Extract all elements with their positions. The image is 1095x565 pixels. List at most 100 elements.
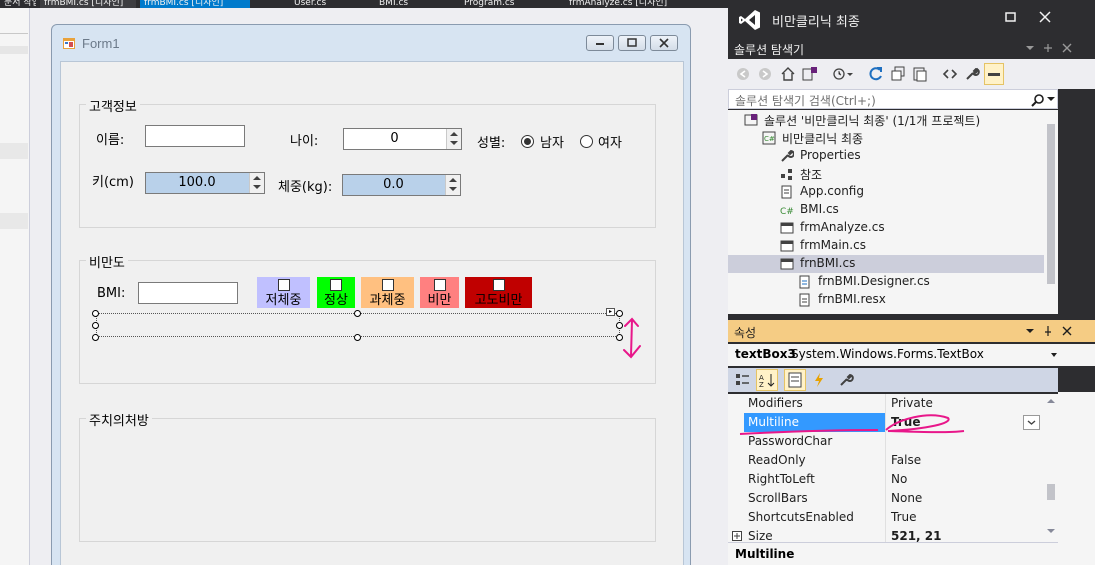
smart-tag-icon[interactable]: ▸ [606, 308, 615, 316]
property-row[interactable]: Modifiers Private [728, 394, 1044, 413]
minimize-button[interactable] [586, 35, 614, 51]
expand-plus-icon[interactable] [732, 531, 742, 541]
height-stepper[interactable]: 100.0 [145, 172, 265, 194]
object-dropdown-icon[interactable] [1050, 353, 1058, 359]
back-icon[interactable] [736, 67, 750, 81]
tree-node-solution[interactable]: 솔루션 '비만클리닉 최종' (1/1개 프로젝트) [728, 111, 1058, 129]
resize-handle-sw[interactable] [92, 334, 99, 341]
svg-text:Z: Z [759, 381, 764, 389]
tab-program[interactable]: Program.cs [460, 0, 560, 8]
tree-node-frnbmi-selected[interactable]: frnBMI.cs [728, 255, 1058, 273]
properties-object-selector[interactable]: textBox3 System.Windows.Forms.TextBox [728, 344, 1058, 366]
view-code-icon[interactable] [942, 66, 958, 82]
tree-node-properties[interactable]: Properties [728, 147, 1058, 165]
search-icon[interactable] [1031, 93, 1045, 107]
home-icon[interactable] [780, 66, 796, 82]
name-label: 이름: [96, 133, 125, 148]
forward-icon[interactable] [758, 67, 772, 81]
maximize-button[interactable] [618, 35, 646, 51]
form-window[interactable]: Form1 고객정보 이름: 나이: 0 성별: 남자 여자 키(cm) 100… [51, 24, 691, 565]
property-row[interactable]: RightToLeft No [728, 470, 1044, 489]
designer-file-icon [799, 275, 810, 289]
weight-spin[interactable] [445, 175, 460, 195]
dropdown-icon[interactable] [1026, 44, 1034, 52]
age-value: 0 [390, 131, 399, 146]
tab-analyze[interactable]: frmAnalyze.cs [디자인] [565, 0, 715, 8]
ide-titlebar: 비만클리닉 최종 [728, 0, 1095, 37]
age-stepper[interactable]: 0 [343, 128, 462, 150]
tree-node-references[interactable]: 참조 [728, 165, 1058, 183]
dropdown-icon[interactable] [1026, 327, 1034, 335]
tree-node-frnbmi-resx[interactable]: frnBMI.resx [728, 291, 1058, 309]
tab-active[interactable]: frmBMI.cs [디자인] [140, 0, 250, 8]
tab-1[interactable]: frmBMI.cs [디자인] [40, 0, 136, 8]
property-pages-icon[interactable] [838, 372, 854, 388]
restore-icon[interactable] [1004, 10, 1018, 24]
height-label: 키(cm) [92, 175, 134, 190]
preview-selected-button[interactable] [984, 63, 1004, 85]
height-spin[interactable] [249, 173, 264, 193]
resize-handle-n[interactable] [354, 310, 361, 317]
close-pane-icon[interactable] [1061, 42, 1073, 54]
show-all-files-icon[interactable] [912, 66, 928, 82]
resize-handle-s[interactable] [354, 334, 361, 341]
pin-icon[interactable] [1042, 42, 1054, 54]
description-title: Multiline [735, 547, 795, 561]
scroll-up-icon[interactable] [1047, 398, 1055, 404]
underweight-check[interactable]: 저체중 [257, 277, 310, 308]
height-value: 100.0 [178, 175, 216, 190]
pin-icon[interactable] [1042, 325, 1054, 337]
events-icon[interactable] [812, 372, 826, 388]
close-icon[interactable] [1038, 10, 1052, 24]
pending-changes-icon[interactable] [832, 66, 854, 82]
tab-user[interactable]: User.cs [290, 0, 370, 8]
normal-check[interactable]: 정상 [317, 277, 355, 308]
customer-info-title: 고객정보 [86, 96, 140, 115]
collapse-all-icon[interactable] [890, 66, 906, 82]
property-row-size[interactable]: Size 521, 21 [728, 527, 1044, 542]
tab-0[interactable]: 문서 작업 [0, 0, 36, 8]
switch-views-icon[interactable] [802, 66, 818, 82]
advice-group: 주치의처방 [79, 410, 656, 542]
tree-node-bmi[interactable]: C# BMI.cs [728, 201, 1058, 219]
close-pane-icon[interactable] [1061, 325, 1073, 337]
solution-search-box[interactable]: 솔루션 탐색기 검색(Ctrl+;) [728, 89, 1058, 109]
overweight-check[interactable]: 과체중 [361, 277, 414, 308]
tree-node-frnbmi-designer[interactable]: frnBMI.Designer.cs [728, 273, 1058, 291]
resize-handle-w[interactable] [92, 322, 99, 329]
tree-node-appconfig[interactable]: App.config [728, 183, 1058, 201]
property-row[interactable]: ShortcutsEnabled True [728, 508, 1044, 527]
weight-stepper[interactable]: 0.0 [342, 174, 461, 196]
multiline-dropdown-button[interactable] [1023, 415, 1040, 430]
bmi-input[interactable] [138, 282, 238, 304]
categorized-icon[interactable] [735, 372, 751, 388]
solution-scrollbar[interactable] [1044, 110, 1058, 314]
male-radio[interactable] [521, 135, 534, 148]
search-options-icon[interactable] [1047, 97, 1055, 103]
tree-node-project[interactable]: C# 비만클리닉 최종 [728, 129, 1058, 147]
properties-view-button[interactable] [784, 369, 806, 391]
refresh-icon[interactable] [868, 66, 884, 82]
age-spin[interactable] [446, 129, 461, 149]
female-radio[interactable] [580, 135, 593, 148]
properties-wrench-icon[interactable] [964, 66, 980, 82]
close-icon [659, 38, 669, 48]
wrench-icon [781, 149, 794, 162]
form-client-area: 고객정보 이름: 나이: 0 성별: 남자 여자 키(cm) 100.0 체중(… [60, 61, 684, 565]
property-row[interactable]: PasswordChar [728, 432, 1044, 451]
resize-handle-nw[interactable] [92, 310, 99, 317]
name-input[interactable] [145, 125, 245, 147]
property-row[interactable]: ScrollBars None [728, 489, 1044, 508]
obese-check[interactable]: 비만 [420, 277, 459, 308]
references-icon [781, 169, 792, 180]
tab-bmi[interactable]: BMI.cs [375, 0, 455, 8]
alphabetical-button[interactable]: AZ [756, 369, 778, 391]
tree-node-frmmain[interactable]: frmMain.cs [728, 237, 1058, 255]
property-grid-scrollbar[interactable] [1044, 394, 1058, 542]
tree-node-frmanalyze[interactable]: frmAnalyze.cs [728, 219, 1058, 237]
property-row-multiline-selected[interactable]: Multiline True [728, 413, 1044, 435]
close-button[interactable] [650, 35, 678, 51]
scroll-down-icon[interactable] [1047, 528, 1055, 534]
severe-obese-check[interactable]: 고도비만 [465, 277, 532, 308]
property-row[interactable]: ReadOnly False [728, 451, 1044, 470]
